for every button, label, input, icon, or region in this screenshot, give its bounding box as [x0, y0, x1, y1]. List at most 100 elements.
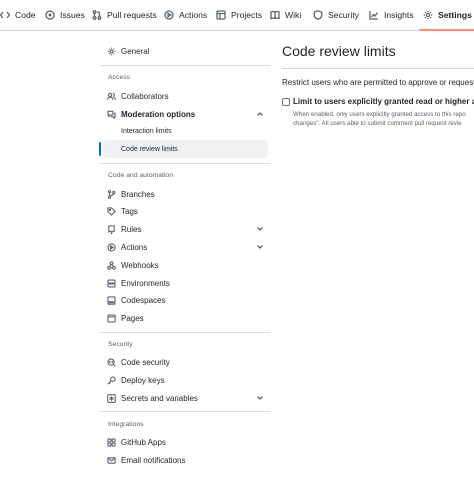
sidebar-group-code-automation: Code and automation [108, 172, 173, 179]
tab-code-label: Code [15, 10, 36, 20]
tab-wiki-label: Wiki [285, 10, 302, 20]
codespaces-icon [107, 295, 116, 305]
tab-security-label: Security [328, 10, 360, 20]
comment-discussion-icon [107, 110, 116, 119]
sidebar-item-label: Code review limits [121, 145, 178, 153]
sidebar-item-moderation-options[interactable]: Moderation options [107, 106, 195, 122]
help-line-2: changes". All users able to submit comme… [293, 120, 462, 128]
sidebar-group-integrations: Integrations [108, 421, 144, 428]
sidebar-item-secrets-and-variables[interactable]: Secrets and variables [107, 390, 198, 406]
sidebar-item-codespaces[interactable]: Codespaces [107, 292, 165, 308]
issue-icon [45, 10, 55, 20]
title-divider [282, 68, 474, 69]
tab-settings-label: Settings [438, 10, 472, 20]
sidebar-item-environments[interactable]: Environments [107, 275, 170, 291]
mail-icon [107, 456, 116, 464]
sidebar-item-general[interactable]: General [107, 43, 149, 59]
help-line-1: When enabled, only users explicitly gran… [293, 111, 466, 118]
tab-wiki[interactable]: Wiki [270, 0, 301, 30]
tab-code[interactable]: Code [0, 0, 36, 30]
key-icon [107, 375, 116, 384]
sidebar-item-rules[interactable]: Rules [107, 221, 141, 237]
book-icon [270, 10, 280, 20]
sidebar-divider [100, 411, 271, 412]
sidebar-item-code-review-limits[interactable]: Code review limits [121, 141, 178, 157]
branch-icon [107, 189, 116, 199]
sidebar-item-code-security[interactable]: Code security [107, 354, 170, 370]
sidebar-item-label: Interaction limits [121, 127, 172, 135]
code-icon [0, 11, 10, 19]
sidebar-divider [100, 332, 271, 333]
sidebar-item-label: Rules [121, 224, 142, 234]
repo-nav: Code Issues Pull requests Actions Projec… [0, 0, 474, 31]
sidebar-item-label: Deploy keys [121, 375, 165, 385]
sidebar-item-label: GitHub Apps [121, 437, 166, 447]
chevron-down-icon[interactable] [256, 243, 264, 251]
sidebar-item-label: Actions [121, 242, 148, 252]
sidebar-item-label: Pages [121, 313, 144, 323]
sidebar-item-label: Moderation options [121, 109, 196, 119]
sidebar-item-github-apps[interactable]: GitHub Apps [107, 434, 166, 450]
graph-icon [369, 11, 379, 20]
webhook-icon [107, 260, 116, 270]
sidebar-item-label: Tags [121, 206, 138, 216]
sidebar-item-actions[interactable]: Actions [107, 239, 147, 255]
table-icon [216, 10, 226, 20]
sidebar-item-label: Webhooks [121, 260, 159, 270]
people-icon [107, 92, 116, 100]
gear-icon [107, 47, 116, 55]
browser-icon [107, 314, 116, 322]
asterisk-icon [107, 393, 116, 403]
page-description: Restrict users who are permitted to appr… [282, 78, 474, 87]
tab-projects[interactable]: Projects [216, 0, 262, 30]
sidebar-item-label: Collaborators [121, 91, 169, 101]
shield-icon [313, 10, 323, 20]
pull-request-icon [92, 10, 102, 20]
chevron-down-icon[interactable] [256, 394, 264, 402]
tab-issues[interactable]: Issues [45, 0, 85, 30]
page-title: Code review limits [282, 43, 396, 59]
server-icon [107, 279, 116, 287]
tab-pull-requests[interactable]: Pull requests [92, 0, 157, 30]
limit-users-checkbox[interactable] [282, 98, 290, 106]
tab-settings[interactable]: Settings [419, 0, 474, 31]
play-icon [164, 10, 174, 20]
sidebar-group-security: Security [108, 341, 133, 348]
tab-insights[interactable]: Insights [369, 0, 414, 30]
sidebar-group-access: Access [108, 74, 130, 81]
sidebar-item-branches[interactable]: Branches [107, 186, 155, 202]
tab-projects-label: Projects [231, 10, 263, 20]
sidebar-item-label: Branches [121, 189, 155, 199]
sidebar-divider [100, 65, 271, 66]
checkbox-help-text: When enabled, only users explicitly gran… [293, 110, 466, 129]
chevron-down-icon[interactable] [256, 225, 264, 233]
apps-icon [107, 437, 116, 447]
sidebar-item-deploy-keys[interactable]: Deploy keys [107, 372, 165, 388]
selected-item-indicator [99, 142, 101, 156]
tab-security[interactable]: Security [313, 0, 359, 30]
sidebar-item-email-notifications[interactable]: Email notifications [107, 452, 185, 468]
tag-icon [107, 206, 116, 216]
codescan-icon [107, 357, 116, 367]
gear-icon [423, 10, 433, 20]
repo-push-icon [108, 224, 115, 234]
sidebar-item-pages[interactable]: Pages [107, 310, 144, 326]
chevron-up-icon[interactable] [256, 110, 264, 118]
sidebar-item-label: General [121, 46, 150, 56]
sidebar-item-webhooks[interactable]: Webhooks [107, 257, 159, 273]
sidebar-item-collaborators[interactable]: Collaborators [107, 88, 169, 104]
play-icon [107, 242, 116, 252]
sidebar-item-label: Environments [121, 278, 170, 288]
tab-actions[interactable]: Actions [164, 0, 207, 30]
checkbox-label[interactable]: Limit to users explicitly granted read o… [293, 97, 474, 106]
tab-insights-label: Insights [384, 10, 414, 20]
sidebar-item-interaction-limits[interactable]: Interaction limits [121, 123, 172, 139]
sidebar-item-label: Secrets and variables [121, 393, 198, 403]
sidebar-item-tags[interactable]: Tags [107, 203, 138, 219]
tab-pull-requests-label: Pull requests [107, 10, 157, 20]
sidebar-item-label: Email notifications [121, 455, 186, 465]
sidebar-divider [100, 163, 271, 164]
tab-issues-label: Issues [60, 10, 85, 20]
tab-actions-label: Actions [179, 10, 208, 20]
sidebar-item-label: Code security [121, 357, 170, 367]
